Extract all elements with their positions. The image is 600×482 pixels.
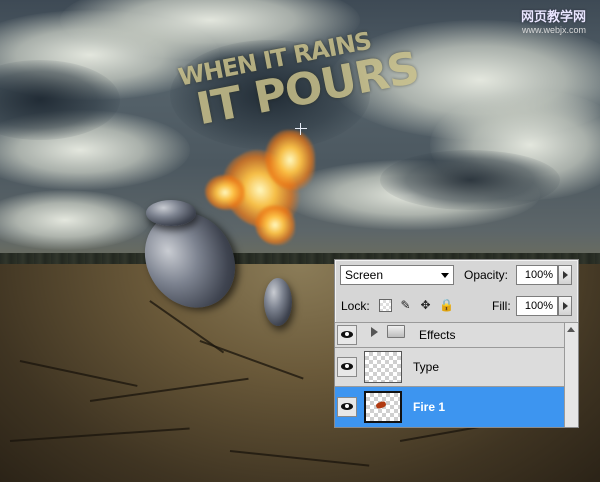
layers-scrollbar[interactable] xyxy=(564,323,578,427)
chevron-down-icon xyxy=(441,273,449,278)
fire-effect xyxy=(205,175,245,210)
small-rock xyxy=(146,200,196,226)
dark-cloud xyxy=(380,150,560,210)
layer-name: Type xyxy=(413,360,440,374)
watermark-url: www.webjx.com xyxy=(521,25,586,35)
watermark-site-name: 网页教学网 xyxy=(520,10,586,25)
visibility-eye-icon[interactable] xyxy=(337,325,357,345)
watermark: 网页教学网 www.webjx.com xyxy=(521,6,586,35)
visibility-eye-icon[interactable] xyxy=(337,357,357,377)
layer-row-type[interactable]: Type xyxy=(335,348,564,386)
layers-panel: Screen Opacity: 100% Lock: ✎ ✥ 🔒 Fill: 1… xyxy=(334,259,579,428)
layer-row-effects[interactable]: Effects xyxy=(335,323,564,347)
lock-pixels-brush-icon[interactable]: ✎ xyxy=(399,299,412,312)
fire-effect xyxy=(265,130,315,190)
opacity-slider-button[interactable] xyxy=(558,265,572,285)
visibility-eye-icon[interactable] xyxy=(337,397,357,417)
layer-name: Effects xyxy=(419,328,456,342)
pebble-rock xyxy=(264,278,292,326)
fill-input[interactable]: 100% xyxy=(516,296,558,316)
crosshair-cursor-icon xyxy=(295,123,307,135)
blend-mode-dropdown[interactable]: Screen xyxy=(340,265,454,285)
folder-icon xyxy=(387,325,405,338)
layer-name: Fire 1 xyxy=(413,400,446,414)
blend-mode-value: Screen xyxy=(345,268,384,282)
layer-row-fire-1[interactable]: Fire 1 xyxy=(335,387,564,427)
fire-effect xyxy=(255,205,295,245)
lock-label: Lock: xyxy=(341,299,370,313)
layer-thumbnail xyxy=(364,391,402,423)
opacity-input[interactable]: 100% xyxy=(516,265,558,285)
opacity-label: Opacity: xyxy=(464,268,509,282)
scroll-up-icon[interactable] xyxy=(567,327,575,332)
cloud xyxy=(0,190,150,250)
lock-position-move-icon[interactable]: ✥ xyxy=(419,299,432,312)
fill-slider-button[interactable] xyxy=(558,296,572,316)
expand-triangle-icon[interactable] xyxy=(371,327,378,337)
fill-label: Fill: xyxy=(492,299,511,313)
lock-transparency-icon[interactable] xyxy=(379,299,392,312)
lock-all-padlock-icon[interactable]: 🔒 xyxy=(439,299,454,312)
layer-thumbnail xyxy=(364,351,402,383)
